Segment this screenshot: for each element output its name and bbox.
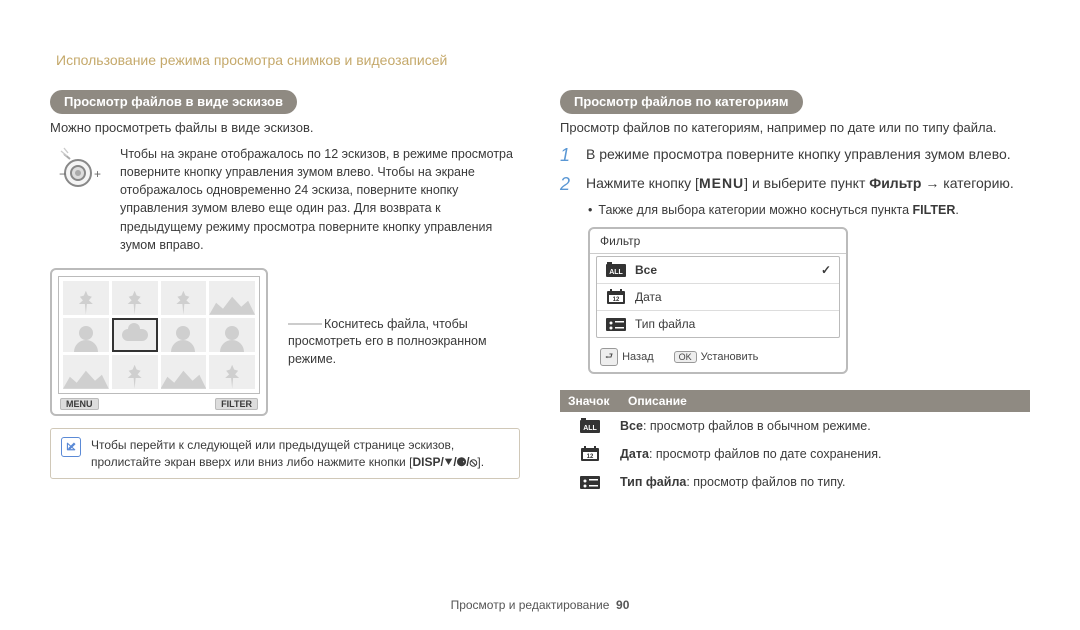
svg-text:12: 12 bbox=[587, 454, 594, 460]
breadcrumb: Использование режима просмотра снимков и… bbox=[56, 52, 447, 68]
thumb bbox=[63, 318, 109, 352]
svg-text:12: 12 bbox=[613, 297, 620, 303]
thumb bbox=[209, 355, 255, 389]
ok-button: OKУстановить bbox=[674, 348, 759, 366]
section-pill-categories: Просмотр файлов по категориям bbox=[560, 90, 803, 114]
thumb bbox=[112, 355, 158, 389]
table-row: ALL Все: просмотр файлов в обычном режим… bbox=[560, 412, 1030, 440]
thumb bbox=[161, 281, 207, 315]
column-left: Просмотр файлов в виде эскизов Можно про… bbox=[50, 50, 520, 496]
filter-label: FILTER bbox=[215, 398, 258, 410]
table-row: 12 Дата: просмотр файлов по дате сохране… bbox=[560, 440, 1030, 468]
intro-text: Просмотр файлов по категориям, например … bbox=[560, 120, 1030, 135]
page-footer: Просмотр и редактирование 90 bbox=[0, 598, 1080, 612]
step-body: Нажмите кнопку [MENU] и выберите пункт Ф… bbox=[586, 174, 1030, 193]
filter-item-type: Тип файла bbox=[597, 311, 839, 337]
thumb-selected bbox=[112, 318, 158, 352]
zoom-instruction: Чтобы на экране отображалось по 12 эскиз… bbox=[120, 145, 520, 254]
thumb bbox=[112, 281, 158, 315]
table-header: Значок Описание bbox=[560, 390, 1030, 412]
thumb bbox=[63, 281, 109, 315]
step-body: В режиме просмотра поверните кнопку упра… bbox=[586, 145, 1030, 164]
filter-title: Фильтр bbox=[590, 229, 846, 254]
thumb bbox=[161, 318, 207, 352]
zoom-dial-icon: − + bbox=[50, 145, 106, 194]
svg-text:ALL: ALL bbox=[609, 269, 623, 276]
svg-text:+: + bbox=[94, 167, 101, 181]
bullet: • Также для выбора категории можно косну… bbox=[588, 203, 1030, 217]
filter-item-date: 12 Дата bbox=[597, 284, 839, 311]
column-right: Просмотр файлов по категориям Просмотр ф… bbox=[560, 50, 1030, 496]
intro-text: Можно просмотреть файлы в виде эскизов. bbox=[50, 120, 520, 135]
table-row: Тип файла: просмотр файлов по типу. bbox=[560, 468, 1030, 496]
svg-text:ALL: ALL bbox=[583, 425, 597, 432]
back-button: ⮐Назад bbox=[600, 348, 654, 366]
note-icon bbox=[61, 437, 81, 457]
thumbnail-screen: MENU FILTER bbox=[50, 268, 268, 416]
thumb bbox=[209, 281, 255, 315]
thumb bbox=[161, 355, 207, 389]
svg-text:−: − bbox=[59, 167, 66, 181]
step-number: 2 bbox=[560, 174, 576, 195]
filter-screen: Фильтр ALL Все ✓ 12 Дата Тип файла ⮐Наза… bbox=[588, 227, 848, 374]
checkmark-icon: ✓ bbox=[821, 263, 831, 277]
step-number: 1 bbox=[560, 145, 576, 166]
menu-label: MENU bbox=[60, 398, 99, 410]
thumb bbox=[63, 355, 109, 389]
note-box: Чтобы перейти к следующей или предыдущей… bbox=[50, 428, 520, 480]
filter-item-all: ALL Все ✓ bbox=[597, 257, 839, 284]
section-pill-thumbnails: Просмотр файлов в виде эскизов bbox=[50, 90, 297, 114]
thumbnail-caption: Коснитесь файла, чтобы просмотреть его в… bbox=[288, 316, 520, 369]
thumb bbox=[209, 318, 255, 352]
